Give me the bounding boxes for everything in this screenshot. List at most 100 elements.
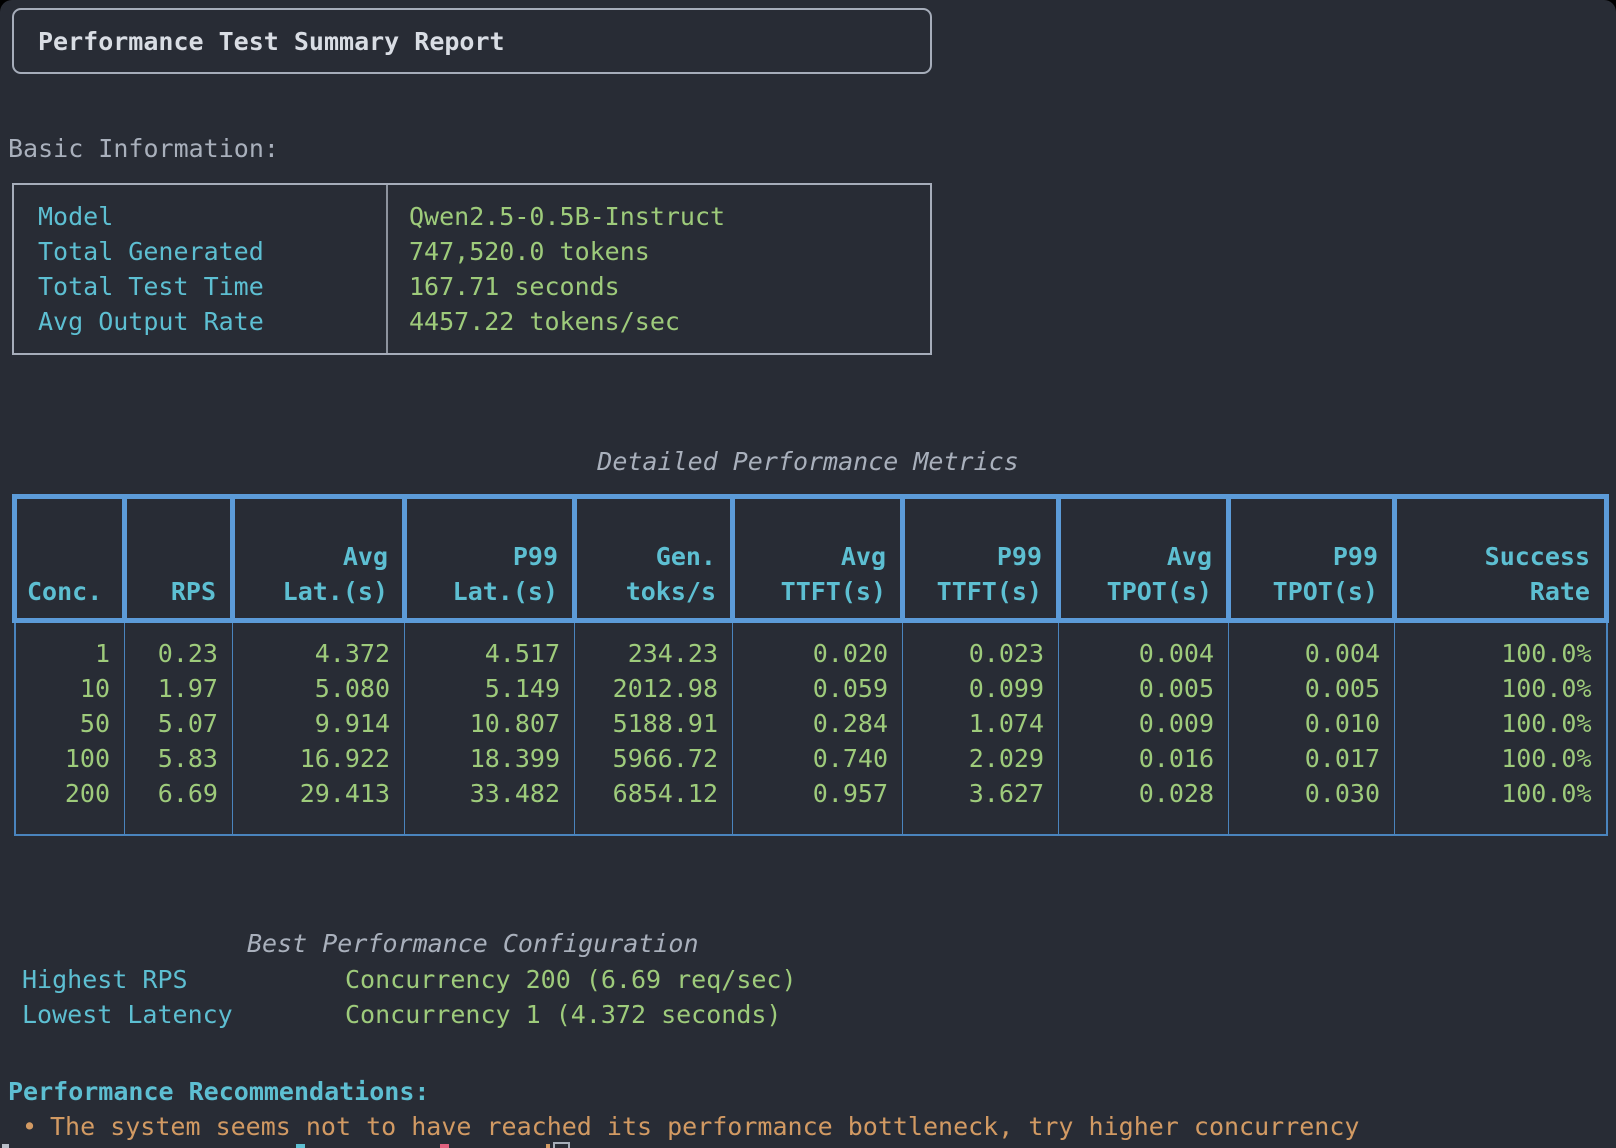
table-cell: 0.016 (1059, 741, 1229, 776)
table-cell: 10 (15, 671, 125, 706)
column-header-avg-tpot-s-: Avg TPOT(s) (1059, 497, 1229, 621)
table-cell: 0.009 (1059, 706, 1229, 741)
info-label: Total Test Time (14, 269, 386, 304)
table-cell: 5966.72 (575, 741, 733, 776)
table-cell: 5.83 (125, 741, 233, 776)
best-config-label: Highest RPS (22, 962, 188, 997)
clipped-glyph-top (296, 1144, 305, 1148)
table-cell: 1.074 (903, 706, 1059, 741)
recommendation-item: • The system seems not to have reached it… (0, 1109, 1616, 1144)
basic-info-labels-column: ModelTotal GeneratedTotal Test TimeAvg O… (14, 185, 388, 353)
table-cell: 1 (15, 621, 125, 672)
best-config-row: Highest RPS Concurrency 200 (6.69 req/sec… (0, 962, 1000, 997)
metrics-table: Conc.RPSAvg Lat.(s)P99 Lat.(s)Gen. toks/… (12, 494, 1609, 836)
table-cell: 5.080 (233, 671, 405, 706)
table-cell: 100.0% (1395, 706, 1607, 741)
best-config-value: Concurrency 1 (4.372 seconds) (345, 997, 782, 1032)
info-value: 747,520.0 tokens (388, 234, 930, 269)
table-cell: 0.23 (125, 621, 233, 672)
recommendation-text: The system seems not to have reached its… (50, 1109, 1359, 1144)
best-config-value: Concurrency 200 (6.69 req/sec) (345, 962, 797, 997)
column-header-avg-lat-s-: Avg Lat.(s) (233, 497, 405, 621)
table-cell: 0.028 (1059, 776, 1229, 835)
table-cell: 100.0% (1395, 776, 1607, 835)
best-config-title: Best Performance Configuration (247, 926, 699, 961)
info-value: 4457.22 tokens/sec (388, 304, 930, 339)
table-cell: 5.07 (125, 706, 233, 741)
table-cell: 18.399 (405, 741, 575, 776)
best-config-label: Lowest Latency (22, 997, 233, 1032)
basic-info-values-column: Qwen2.5-0.5B-Instruct747,520.0 tokens167… (388, 185, 930, 353)
table-cell: 33.482 (405, 776, 575, 835)
table-cell: 9.914 (233, 706, 405, 741)
column-header-avg-ttft-s-: Avg TTFT(s) (733, 497, 903, 621)
recommendations-list: • The system seems not to have reached it… (0, 1109, 1616, 1144)
table-row: 2006.6929.41333.4826854.120.9573.6270.02… (15, 776, 1607, 835)
table-row: 10.234.3724.517234.230.0200.0230.0040.00… (15, 621, 1607, 672)
table-cell: 0.005 (1059, 671, 1229, 706)
table-cell: 0.030 (1229, 776, 1395, 835)
report-title: Performance Test Summary Report (14, 24, 505, 59)
table-cell: 200 (15, 776, 125, 835)
terminal-screen[interactable]: Performance Test Summary Report Basic In… (0, 0, 1616, 1148)
info-label: Model (14, 199, 386, 234)
column-header-p99-lat-s-: P99 Lat.(s) (405, 497, 575, 621)
table-cell: 0.059 (733, 671, 903, 706)
column-header-success-rate: Success Rate (1395, 497, 1607, 621)
table-cell: 0.023 (903, 621, 1059, 672)
table-row: 1005.8316.92218.3995966.720.7402.0290.01… (15, 741, 1607, 776)
column-header-conc-: Conc. (15, 497, 125, 621)
table-cell: 100 (15, 741, 125, 776)
table-cell: 5.149 (405, 671, 575, 706)
table-cell: 4.372 (233, 621, 405, 672)
table-cell: 5188.91 (575, 706, 733, 741)
bullet-icon: • (22, 1109, 37, 1144)
basic-info-panel: ModelTotal GeneratedTotal Test TimeAvg O… (12, 183, 932, 355)
table-cell: 0.017 (1229, 741, 1395, 776)
best-config-rows: Highest RPS Concurrency 200 (6.69 req/sec… (0, 962, 1000, 1032)
info-label: Avg Output Rate (14, 304, 386, 339)
table-cell: 0.099 (903, 671, 1059, 706)
column-header-p99-ttft-s-: P99 TTFT(s) (903, 497, 1059, 621)
table-cell: 0.005 (1229, 671, 1395, 706)
table-cell: 100.0% (1395, 671, 1607, 706)
clipped-next-line (0, 1142, 1616, 1148)
report-title-panel: Performance Test Summary Report (12, 8, 932, 74)
column-header-p99-tpot-s-: P99 TPOT(s) (1229, 497, 1395, 621)
metrics-table-header: Conc.RPSAvg Lat.(s)P99 Lat.(s)Gen. toks/… (15, 497, 1607, 621)
column-header-rps: RPS (125, 497, 233, 621)
best-config-row: Lowest Latency Concurrency 1 (4.372 secon… (0, 997, 1000, 1032)
table-cell: 16.922 (233, 741, 405, 776)
clipped-glyph-top (2, 1144, 9, 1148)
table-cell: 0.004 (1229, 621, 1395, 672)
table-cell: 0.020 (733, 621, 903, 672)
table-cell: 10.807 (405, 706, 575, 741)
table-cell: 6854.12 (575, 776, 733, 835)
metrics-table-title: Detailed Performance Metrics (12, 444, 1604, 479)
clipped-glyph-top (440, 1144, 449, 1148)
recommendations-heading: Performance Recommendations: (8, 1074, 429, 1109)
table-cell: 0.957 (733, 776, 903, 835)
info-value: Qwen2.5-0.5B-Instruct (388, 199, 930, 234)
table-cell: 0.010 (1229, 706, 1395, 741)
info-label: Total Generated (14, 234, 386, 269)
table-cell: 0.004 (1059, 621, 1229, 672)
column-header-gen-toks-s: Gen. toks/s (575, 497, 733, 621)
table-cell: 2012.98 (575, 671, 733, 706)
terminal-cursor (553, 1142, 570, 1148)
metrics-table-body: 10.234.3724.517234.230.0200.0230.0040.00… (15, 621, 1607, 836)
table-cell: 3.627 (903, 776, 1059, 835)
table-cell: 100.0% (1395, 741, 1607, 776)
info-value: 167.71 seconds (388, 269, 930, 304)
table-cell: 29.413 (233, 776, 405, 835)
basic-info-heading: Basic Information: (8, 131, 279, 166)
table-cell: 50 (15, 706, 125, 741)
table-cell: 0.740 (733, 741, 903, 776)
clipped-glyph-top (546, 1144, 550, 1148)
table-cell: 234.23 (575, 621, 733, 672)
table-row: 101.975.0805.1492012.980.0590.0990.0050.… (15, 671, 1607, 706)
table-cell: 0.284 (733, 706, 903, 741)
table-cell: 2.029 (903, 741, 1059, 776)
table-cell: 4.517 (405, 621, 575, 672)
table-cell: 100.0% (1395, 621, 1607, 672)
